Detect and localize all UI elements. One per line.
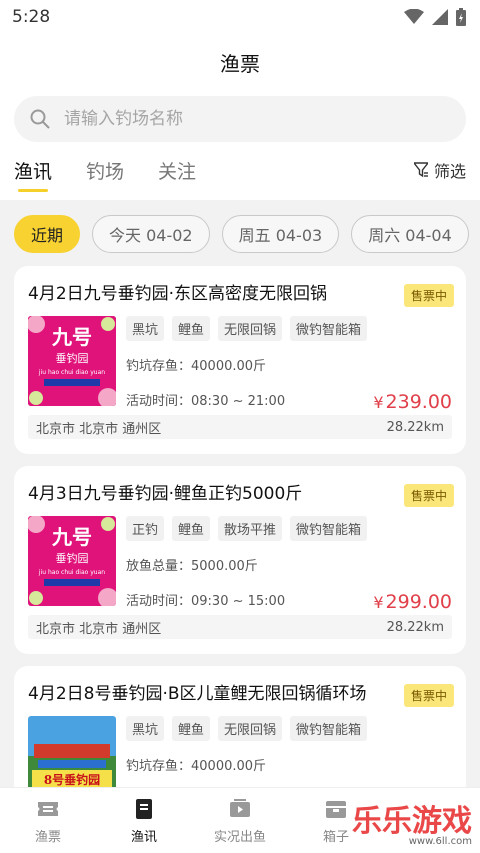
tag: 散场平推 [218,516,283,541]
currency-symbol: ¥ [373,593,384,612]
location-bar: 北京市 北京市 通州区 28.22km [28,615,452,639]
status-badge: 售票中 [403,684,454,707]
stock-text: 钓坑存鱼：40000.00斤 [126,359,267,374]
nav-label: 渔票 [34,829,61,845]
status-badge: 售票中 [403,484,454,507]
location-text: 北京市 北京市 通州区 [36,421,162,437]
status-bar: 5:28 [0,0,480,34]
tab-following[interactable]: 关注 [158,157,196,200]
search-input[interactable] [64,109,424,129]
nav-item-live[interactable]: 实况出鱼 [192,788,288,853]
search-icon [30,109,50,129]
filter-button[interactable]: 筛选 [413,158,466,182]
status-icons [404,8,466,26]
tag: 无限回锅 [218,716,283,741]
tag: 无限回锅 [218,316,283,341]
event-card[interactable]: 4月3日九号垂钓园·鲤鱼正钓5000斤 售票中 九号 垂钓园 jiu hao c… [14,466,466,654]
page-title: 渔票 [220,51,260,76]
battery-icon [456,8,466,26]
nav-label: 实况出鱼 [213,829,266,845]
nav-item-news[interactable]: 渔讯 [96,788,192,853]
status-badge: 售票中 [403,284,454,307]
tag: 鲤鱼 [172,716,211,741]
event-list: 4月2日九号垂钓园·东区高密度无限回锅 售票中 九号 垂钓园 jiu hao c… [14,266,466,853]
location-bar: 北京市 北京市 通州区 28.22km [28,415,452,439]
venue-logo: 九号 垂钓园 jiu hao chui diao yuan [28,316,116,406]
tab-bar: 渔讯 钓场 关注 筛选 [0,142,480,200]
logo-subtitle: 垂钓园 [56,551,89,565]
venue-logo: 九号 垂钓园 jiu hao chui diao yuan [28,516,116,606]
wifi-icon [404,9,424,24]
logo-pinyin: jiu hao chui diao yuan [38,569,105,576]
price-value: 239.00 [385,391,452,413]
nav-label: 渔讯 [130,829,157,845]
tag: 微钓智能箱 [290,316,368,341]
tag: 鲤鱼 [172,316,211,341]
tag: 微钓智能箱 [290,516,368,541]
location-text: 北京市 北京市 通州区 [36,621,162,637]
top-panel: 5:28 渔票 渔讯 钓场 关注 筛选 [0,0,480,200]
filter-icon [413,162,428,178]
photo-sign: 8号垂钓园 [44,772,100,787]
tag-list: 正钓 鲤鱼 散场平推 微钓智能箱 [126,516,452,541]
tag-list: 黑坑 鲤鱼 无限回锅 微钓智能箱 [126,716,452,741]
price: ¥299.00 [373,591,452,613]
stock-text: 放鱼总量：5000.00斤 [126,559,258,574]
date-chip-fri[interactable]: 周五 04-03 [221,215,340,253]
box-icon [326,800,346,818]
tag: 鲤鱼 [172,516,211,541]
status-time: 5:28 [12,7,51,27]
logo-subtitle: 垂钓园 [56,351,89,365]
logo-title: 九号 [51,325,92,349]
event-title: 4月2日8号垂钓园·B区儿童鲤无限回锅循环场 [28,684,367,704]
tag-list: 黑坑 鲤鱼 无限回锅 微钓智能箱 [126,316,452,341]
price-value: 299.00 [385,591,452,613]
date-chip-recent[interactable]: 近期 [14,215,81,253]
nav-label: 箱子 [322,829,349,845]
date-chip-sat[interactable]: 周六 04-04 [351,215,469,253]
tab-venues[interactable]: 钓场 [86,157,124,200]
nav-item-tickets[interactable]: 渔票 [0,788,96,853]
ticket-icon [38,801,58,816]
search-bar[interactable] [14,96,466,142]
stock-text: 钓坑存鱼：40000.00斤 [126,759,267,774]
tag: 黑坑 [126,716,165,741]
news-icon [136,798,152,819]
date-chips: 近期 今天 04-02 周五 04-03 周六 04-04 [0,206,480,262]
currency-symbol: ¥ [373,393,384,412]
price: ¥239.00 [373,391,452,413]
logo-title: 九号 [51,525,92,549]
video-icon [230,798,250,817]
watermark: 乐乐游戏 www.6ll.com [352,807,472,847]
tag: 微钓智能箱 [290,716,368,741]
tag: 黑坑 [126,316,165,341]
distance-text: 28.22km [386,619,444,635]
distance-text: 28.22km [386,419,444,435]
tab-news[interactable]: 渔讯 [14,157,52,200]
event-card[interactable]: 4月2日九号垂钓园·东区高密度无限回锅 售票中 九号 垂钓园 jiu hao c… [14,266,466,454]
logo-pinyin: jiu hao chui diao yuan [38,369,105,376]
event-title: 4月2日九号垂钓园·东区高密度无限回锅 [28,284,328,304]
event-title: 4月3日九号垂钓园·鲤鱼正钓5000斤 [28,484,303,504]
date-chip-today[interactable]: 今天 04-02 [92,215,210,253]
tag: 正钓 [126,516,165,541]
watermark-text: 乐乐游戏 [352,804,472,839]
signal-icon [432,9,448,25]
filter-label: 筛选 [433,162,466,181]
